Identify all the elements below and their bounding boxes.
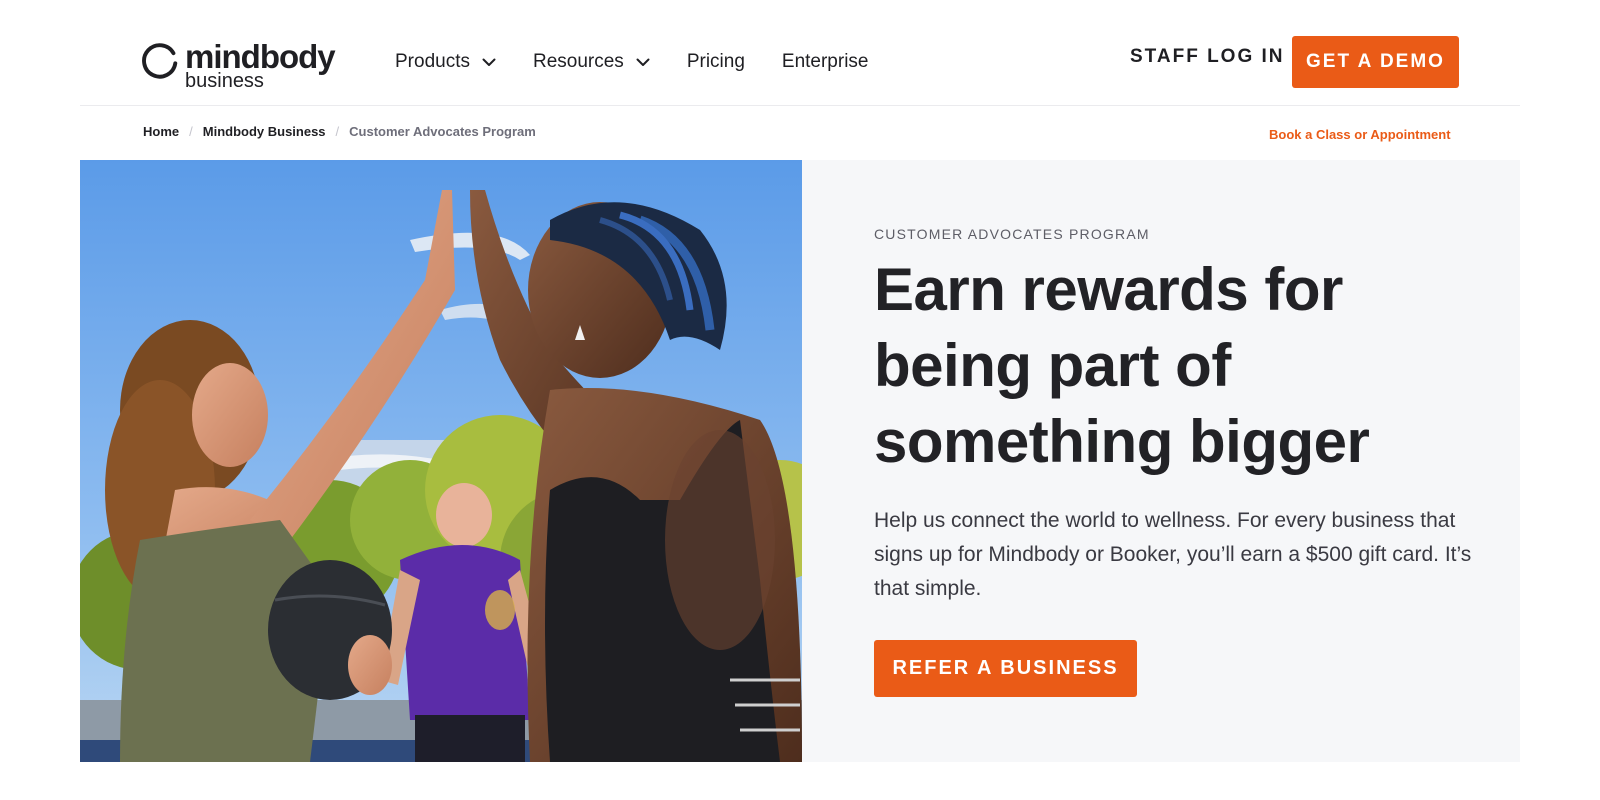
hero-body-text: Help us connect the world to wellness. F… xyxy=(874,509,1472,600)
nav-enterprise-label: Enterprise xyxy=(781,51,869,72)
high-five-photo xyxy=(80,160,802,762)
refer-a-business-button[interactable]: REFER A BUSINESS xyxy=(874,640,1137,697)
nav-resources[interactable]: Resources xyxy=(533,42,650,82)
breadcrumb-mindbody-business[interactable]: Mindbody Business xyxy=(203,124,326,139)
chevron-down-icon xyxy=(482,58,496,66)
nav-products-label: Products xyxy=(395,51,470,72)
breadcrumb-current-page: Customer Advocates Program xyxy=(349,124,536,139)
mindbody-logo[interactable]: mindbody business xyxy=(142,38,336,92)
hero-content-panel: CUSTOMER ADVOCATES PROGRAM Earn rewards … xyxy=(802,160,1520,762)
book-class-link[interactable]: Book a Class or Appointment xyxy=(1269,127,1451,142)
hero-section: CUSTOMER ADVOCATES PROGRAM Earn rewards … xyxy=(80,160,1520,762)
main-nav: Products Resources Pricing Enterprise xyxy=(395,42,906,82)
hero-headline: Earn rewards for being part of something… xyxy=(874,256,1370,475)
nav-resources-label: Resources xyxy=(532,51,624,72)
nav-pricing-label: Pricing xyxy=(686,51,745,72)
breadcrumb: Home / Mindbody Business / Customer Advo… xyxy=(143,124,536,139)
staff-login-link[interactable]: STAFF LOG IN xyxy=(1130,46,1285,68)
site-header: mindbody business Products Resources Pri… xyxy=(80,0,1520,106)
nav-enterprise[interactable]: Enterprise xyxy=(782,42,869,82)
logo-subtitle: business xyxy=(185,70,264,92)
nav-pricing[interactable]: Pricing xyxy=(687,42,745,82)
get-a-demo-button[interactable]: GET A DEMO xyxy=(1292,36,1459,88)
breadcrumb-separator: / xyxy=(335,124,340,139)
mindbody-logo-icon xyxy=(142,43,178,79)
logo-text: mindbody business xyxy=(185,38,336,92)
nav-products[interactable]: Products xyxy=(395,42,496,82)
breadcrumb-home[interactable]: Home xyxy=(143,124,179,139)
hero-eyebrow: CUSTOMER ADVOCATES PROGRAM xyxy=(874,226,1150,242)
breadcrumb-separator: / xyxy=(189,124,193,139)
logo-wordmark: mindbody xyxy=(185,38,336,75)
chevron-down-icon xyxy=(636,58,650,66)
hero-photo xyxy=(80,160,802,762)
